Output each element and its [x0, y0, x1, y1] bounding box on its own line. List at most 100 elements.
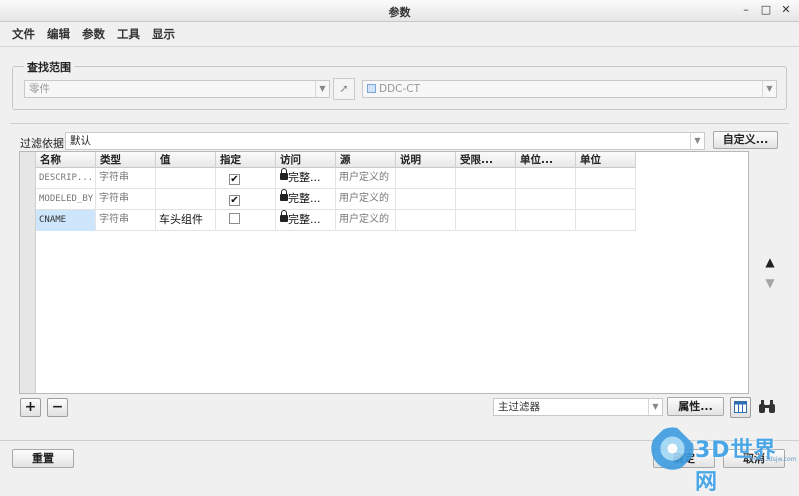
cell-unit[interactable] [576, 189, 636, 210]
cell-access[interactable]: 完整... [276, 210, 336, 231]
scope-type-select[interactable]: 零件 ▼ [24, 80, 330, 98]
main-filter-value: 主过滤器 [498, 401, 540, 413]
cell-access[interactable]: 完整... [276, 189, 336, 210]
cancel-button[interactable]: 取消 [723, 449, 785, 468]
select-object-button[interactable]: ➚ [333, 78, 355, 100]
chevron-down-icon: ▼ [762, 81, 776, 97]
cell-description[interactable] [396, 210, 456, 231]
row-header-column [20, 152, 36, 393]
footer-divider [0, 440, 799, 441]
col-designate[interactable]: 指定 [216, 152, 276, 168]
cell-unit-quantity[interactable] [516, 189, 576, 210]
col-unit[interactable]: 单位 [576, 152, 636, 168]
main-filter-select[interactable]: 主过滤器 ▼ [493, 398, 663, 416]
scope-object-select[interactable]: DDC-CT ▼ [362, 80, 777, 98]
cell-description[interactable] [396, 189, 456, 210]
cell-designate: ✔ [216, 168, 276, 189]
plus-icon: + [24, 399, 37, 415]
close-button[interactable]: ✕ [779, 3, 793, 17]
table-columns-button[interactable] [730, 397, 751, 418]
menu-display[interactable]: 显示 [146, 22, 181, 44]
minimize-button[interactable]: – [739, 3, 753, 17]
part-icon [367, 84, 376, 93]
customize-button[interactable]: 自定义... [713, 131, 778, 149]
table-row[interactable]: CNAME 字符串 车头组件 完整... 用户定义的 [36, 210, 636, 231]
cell-name[interactable]: CNAME [36, 210, 96, 231]
binoculars-icon [759, 400, 775, 413]
minus-icon: − [51, 399, 64, 415]
properties-button[interactable]: 属性... [667, 397, 724, 416]
window-title: 参数 [388, 6, 411, 19]
table-row[interactable]: MODELED_BY 字符串 ✔ 完整... 用户定义的 [36, 189, 636, 210]
designate-checkbox[interactable] [229, 213, 240, 224]
cell-source: 用户定义的 [336, 168, 396, 189]
cell-name[interactable]: MODELED_BY [36, 189, 96, 210]
chevron-down-icon: ▼ [315, 81, 329, 97]
move-up-button[interactable]: ▲ [764, 255, 776, 269]
cell-unit-quantity[interactable] [516, 168, 576, 189]
cell-type[interactable]: 字符串 [96, 189, 156, 210]
filter-label: 过滤依据 [20, 137, 64, 150]
section-divider [10, 123, 789, 124]
cell-name[interactable]: DESCRIP... [36, 168, 96, 189]
col-access[interactable]: 访问 [276, 152, 336, 168]
scope-type-value: 零件 [29, 83, 50, 95]
table-header: 名称 类型 值 指定 访问 源 说明 受限... 单位... 单位 [36, 152, 636, 168]
parameter-table: 名称 类型 值 指定 访问 源 说明 受限... 单位... 单位 DESCRI… [19, 151, 749, 394]
reset-button[interactable]: 重置 [12, 449, 74, 468]
table-body: DESCRIP... 字符串 ✔ 完整... 用户定义的 MODELED_BY … [36, 168, 636, 231]
remove-parameter-button[interactable]: − [47, 398, 68, 417]
filter-value: 默认 [70, 135, 91, 147]
lock-icon [280, 168, 288, 180]
filter-select[interactable]: 默认 ▼ [65, 132, 705, 150]
access-value: 完整... [288, 171, 321, 184]
cell-source: 用户定义的 [336, 210, 396, 231]
title-bar: 参数 – □ ✕ [0, 0, 799, 22]
maximize-button[interactable]: □ [759, 3, 773, 17]
arrow-down-icon: ▼ [765, 276, 775, 290]
chevron-down-icon: ▼ [690, 133, 704, 149]
col-description[interactable]: 说明 [396, 152, 456, 168]
add-parameter-button[interactable]: + [20, 398, 41, 417]
arrow-up-icon: ▲ [765, 255, 775, 269]
table-columns-icon [734, 401, 747, 413]
move-down-button[interactable]: ▼ [764, 276, 776, 290]
cell-restricted[interactable] [456, 168, 516, 189]
lock-icon [280, 189, 288, 201]
menu-bar: 文件 编辑 参数 工具 显示 [0, 22, 799, 44]
col-value[interactable]: 值 [156, 152, 216, 168]
cell-source: 用户定义的 [336, 189, 396, 210]
col-name[interactable]: 名称 [36, 152, 96, 168]
cell-restricted[interactable] [456, 189, 516, 210]
cell-value[interactable] [156, 189, 216, 210]
menu-divider [0, 46, 799, 47]
access-value: 完整... [288, 192, 321, 205]
chevron-down-icon: ▼ [648, 399, 662, 415]
col-unit-quantity[interactable]: 单位... [516, 152, 576, 168]
find-button[interactable] [756, 397, 778, 418]
cell-description[interactable] [396, 168, 456, 189]
cell-value[interactable]: 车头组件 [156, 210, 216, 231]
cell-restricted[interactable] [456, 210, 516, 231]
cell-type[interactable]: 字符串 [96, 210, 156, 231]
designate-checkbox[interactable]: ✔ [229, 195, 240, 206]
cell-unit[interactable] [576, 168, 636, 189]
scope-object-value: DDC-CT [379, 83, 421, 95]
menu-parameters[interactable]: 参数 [76, 22, 111, 44]
cell-unit-quantity[interactable] [516, 210, 576, 231]
cell-value[interactable] [156, 168, 216, 189]
access-value: 完整... [288, 213, 321, 226]
menu-tools[interactable]: 工具 [111, 22, 146, 44]
cell-designate [216, 210, 276, 231]
designate-checkbox[interactable]: ✔ [229, 174, 240, 185]
col-restricted[interactable]: 受限... [456, 152, 516, 168]
ok-button[interactable]: 确定 [653, 449, 715, 468]
col-type[interactable]: 类型 [96, 152, 156, 168]
menu-edit[interactable]: 编辑 [41, 22, 76, 44]
table-row[interactable]: DESCRIP... 字符串 ✔ 完整... 用户定义的 [36, 168, 636, 189]
menu-file[interactable]: 文件 [6, 22, 41, 44]
cell-type[interactable]: 字符串 [96, 168, 156, 189]
cell-unit[interactable] [576, 210, 636, 231]
cell-access[interactable]: 完整... [276, 168, 336, 189]
col-source[interactable]: 源 [336, 152, 396, 168]
